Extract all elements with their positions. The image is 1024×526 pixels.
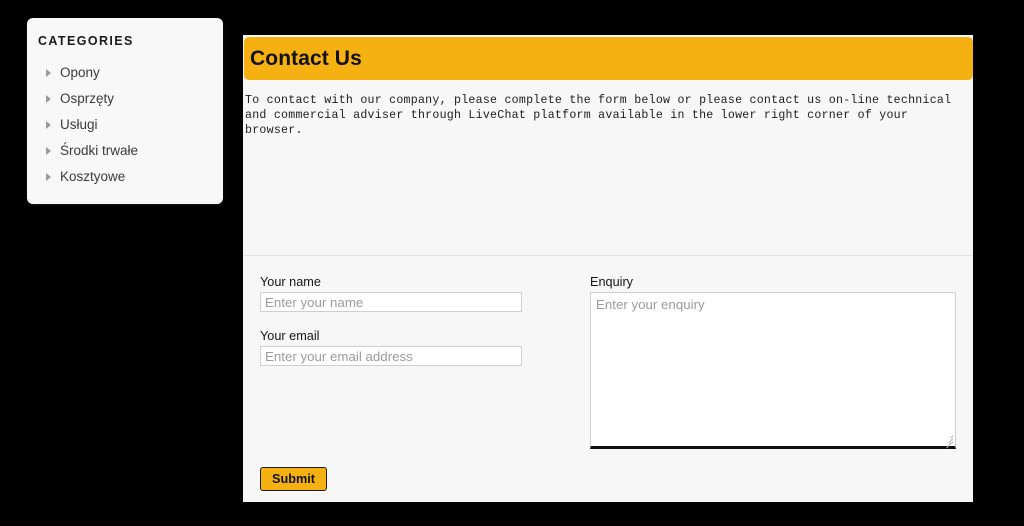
name-field-label: Your name — [260, 275, 321, 289]
sidebar-item-label: Usługi — [60, 117, 98, 133]
sidebar-title: CATEGORIES — [38, 34, 134, 48]
section-divider — [243, 255, 973, 256]
page-root: CATEGORIES Opony Osprzęty Usługi Środki … — [0, 0, 1024, 526]
chevron-right-icon — [46, 121, 51, 129]
chevron-right-icon — [46, 69, 51, 77]
form-column-right: Enquiry — [590, 275, 956, 449]
sidebar-item-osprzety[interactable]: Osprzęty — [27, 86, 223, 112]
submit-button[interactable]: Submit — [260, 467, 327, 491]
sidebar-item-kosztyowe[interactable]: Kosztyowe — [27, 164, 223, 190]
chevron-right-icon — [46, 147, 51, 155]
email-input[interactable] — [260, 346, 522, 366]
enquiry-wrapper — [590, 292, 956, 449]
sidebar-item-label: Środki trwałe — [60, 143, 139, 159]
name-input[interactable] — [260, 292, 522, 312]
enquiry-field-label: Enquiry — [590, 275, 634, 289]
form-column-left: Your name Your email — [260, 275, 539, 366]
categories-sidebar: CATEGORIES Opony Osprzęty Usługi Środki … — [27, 18, 223, 204]
sidebar-item-label: Kosztyowe — [60, 169, 126, 185]
intro-paragraph: To contact with our company, please comp… — [245, 93, 952, 137]
chevron-right-icon — [46, 173, 51, 181]
sidebar-item-label: Opony — [60, 65, 100, 81]
sidebar-item-uslugi[interactable]: Usługi — [27, 112, 223, 138]
sidebar-item-opony[interactable]: Opony — [27, 60, 223, 86]
contact-form: Your name Your email Enquiry Submit — [243, 263, 973, 502]
panel-header: Contact Us — [244, 37, 973, 80]
sidebar-item-label: Osprzęty — [60, 91, 115, 107]
email-field-label: Your email — [260, 329, 320, 343]
contact-panel: Contact Us To contact with our company, … — [243, 35, 973, 502]
sidebar-item-srodki-trwale[interactable]: Środki trwałe — [27, 138, 223, 164]
category-list: Opony Osprzęty Usługi Środki trwałe Kosz… — [27, 60, 223, 190]
enquiry-textarea[interactable] — [590, 292, 956, 449]
chevron-right-icon — [46, 95, 51, 103]
page-title: Contact Us — [250, 46, 362, 70]
field-spacer — [260, 312, 539, 329]
